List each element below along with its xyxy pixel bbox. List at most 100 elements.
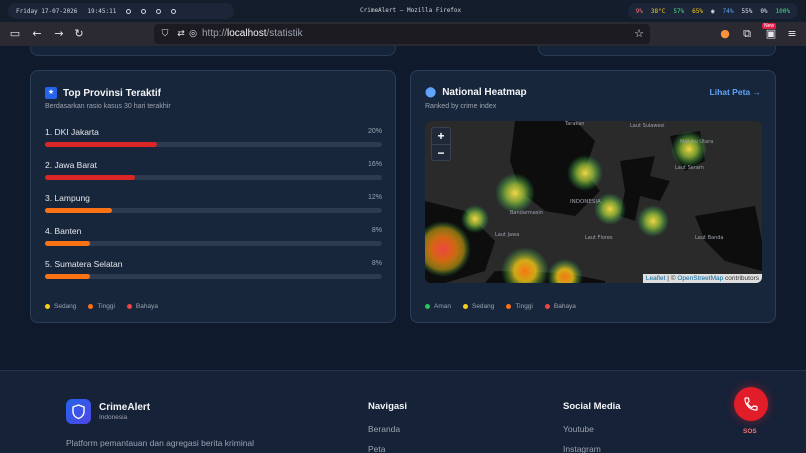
location-pin-icon: ⬤ <box>425 87 437 98</box>
legend-item: Sedang <box>462 303 494 310</box>
menu-hamburger-icon[interactable]: ≡ <box>785 27 799 41</box>
workspace-indicator-icon[interactable] <box>126 8 132 14</box>
system-date: Friday 17-07-2026 <box>16 7 78 15</box>
browser-toolbar: ▭ ← → ↻ ⛉ ⇄ ◎ http://localhost/statistik… <box>0 22 806 46</box>
attribution-tail: contributors <box>725 275 759 282</box>
footer-link-beranda[interactable]: Beranda <box>368 424 400 434</box>
heatmap-subtitle: Ranked by crime index <box>425 103 497 110</box>
map-label: Bandarmasin <box>510 210 543 216</box>
footer-link-instagram[interactable]: Instagram <box>563 444 601 453</box>
workspace-indicator-icon[interactable] <box>141 8 147 14</box>
legend-dot-icon <box>462 303 468 309</box>
back-arrow-icon[interactable]: ← <box>30 27 44 41</box>
attribution-separator: | © <box>667 275 676 282</box>
page-content: ★ Top Provinsi Teraktif Berdasarkan rasi… <box>0 46 806 453</box>
province-percent: 20% <box>367 128 382 135</box>
legend-item: Aman <box>425 303 451 310</box>
sos-button[interactable] <box>734 387 768 421</box>
zoom-out-button[interactable]: − <box>432 144 450 160</box>
url-text[interactable]: http://localhost/statistik <box>202 28 303 39</box>
province-name: 1. DKI Jakarta <box>45 127 99 137</box>
map-label: INDONESIA <box>570 199 601 205</box>
url-bar[interactable]: ⛉ ⇄ ◎ http://localhost/statistik ☆ <box>154 24 650 44</box>
brand-logo[interactable] <box>66 399 91 424</box>
footer-link-youtube[interactable]: Youtube <box>563 424 594 434</box>
heat-spot <box>594 193 626 225</box>
previous-card <box>538 46 776 56</box>
window-title: CrimeAlert — Mozilla Firefox <box>360 7 462 14</box>
map-label: Tarakan <box>564 121 584 127</box>
legend-dot-icon <box>45 303 50 309</box>
province-name: 5. Sumatera Selatan <box>45 259 123 269</box>
map-label: Laut Seram <box>675 165 704 171</box>
map-attribution: Leaflet | © OpenStreetMap contributors <box>642 274 762 283</box>
province-percent: 8% <box>371 260 382 267</box>
province-bar-track <box>45 175 382 180</box>
province-bar-fill <box>45 274 90 279</box>
province-bar-track <box>45 241 382 246</box>
osm-link[interactable]: OpenStreetMap <box>677 275 723 282</box>
map-label: Maluku Utara <box>680 139 713 145</box>
province-bar-fill <box>45 208 112 213</box>
volume-stat: 0% <box>760 7 768 15</box>
shield-icon[interactable]: ⛉ <box>158 27 172 41</box>
leaflet-link[interactable]: Leaflet <box>646 275 666 282</box>
workspace-indicator-icon[interactable] <box>171 8 177 14</box>
legend-dot-icon <box>126 303 132 309</box>
province-percent: 12% <box>367 194 382 201</box>
province-name: 2. Jawa Barat <box>45 160 97 170</box>
province-percent: 16% <box>367 161 382 168</box>
province-bar-fill <box>45 175 135 180</box>
workspace-indicator-icon[interactable] <box>156 8 162 14</box>
system-right-widgets: 9% 38°C 57% 65% ◉ 74% 55% 0% 100% <box>627 3 798 19</box>
extensions-icon[interactable]: ⧉ <box>740 27 754 41</box>
heatmap-canvas[interactable]: Tarakan Laut Sulawesi Maluku Utara INDON… <box>425 121 762 283</box>
bookmark-star-icon[interactable]: ☆ <box>632 27 646 41</box>
map-label: Laut Flores <box>585 235 613 241</box>
legend-item: Bahaya <box>126 303 158 310</box>
system-left-widgets: Friday 17-07-2026 19:45:11 <box>8 3 234 19</box>
shield-icon <box>72 404 85 420</box>
view-map-link[interactable]: Lihat Peta → <box>710 87 761 97</box>
site-footer: CrimeAlert Indonesia Platform pemantauan… <box>0 370 806 453</box>
legend-dot-icon <box>544 303 550 309</box>
memory-stat: 57% <box>673 7 685 15</box>
map-label: Laut Sulawesi <box>630 123 665 129</box>
location-pin-icon[interactable]: ◎ <box>186 27 200 41</box>
system-time: 19:45:11 <box>87 7 117 15</box>
temp-stat: 38°C <box>650 7 666 15</box>
footer-link-peta[interactable]: Peta <box>368 444 386 453</box>
zoom-in-button[interactable]: + <box>432 128 450 144</box>
footer-description: Platform pemantauan dan agregasi berita … <box>66 438 255 453</box>
heatmap-card: ⬤ National Heatmap Ranked by crime index… <box>410 70 776 323</box>
province-bar-track <box>45 274 382 279</box>
firefox-account-icon[interactable]: ● <box>718 27 732 41</box>
forward-arrow-icon[interactable]: → <box>52 27 66 41</box>
province-bar-fill <box>45 241 90 246</box>
legend-item: Bahaya <box>544 303 576 310</box>
province-name: 4. Banten <box>45 226 82 236</box>
heat-spot <box>495 173 535 213</box>
wifi-icon: ◉ <box>711 7 715 15</box>
new-badge: New <box>762 23 777 29</box>
heat-spot <box>567 155 603 191</box>
star-icon: ★ <box>45 87 57 99</box>
phone-icon <box>744 397 758 411</box>
sos-label: SOS <box>743 428 757 435</box>
top-provinces-card: ★ Top Provinsi Teraktif Berdasarkan rasi… <box>30 70 396 323</box>
heatmap-map[interactable]: Tarakan Laut Sulawesi Maluku Utara INDON… <box>425 121 762 283</box>
heatmap-legend: Aman Sedang Tinggi Bahaya <box>425 303 576 310</box>
disk-stat: 65% <box>692 7 703 15</box>
reload-icon[interactable]: ↻ <box>72 27 86 41</box>
province-bar-track <box>45 142 382 147</box>
province-name: 3. Lampung <box>45 193 90 203</box>
legend-dot-icon <box>88 303 94 309</box>
legend-dot-icon <box>425 303 430 309</box>
brand-name: CrimeAlert <box>99 402 151 413</box>
social-heading: Social Media <box>563 401 621 412</box>
sidebar-toggle-icon[interactable]: ▭ <box>8 27 22 41</box>
map-label: Laut Jawa <box>495 232 519 238</box>
notification-icon[interactable]: ▣ <box>764 27 778 41</box>
heat-spot <box>671 131 707 167</box>
heatmap-heading: ⬤ National Heatmap <box>425 87 527 98</box>
